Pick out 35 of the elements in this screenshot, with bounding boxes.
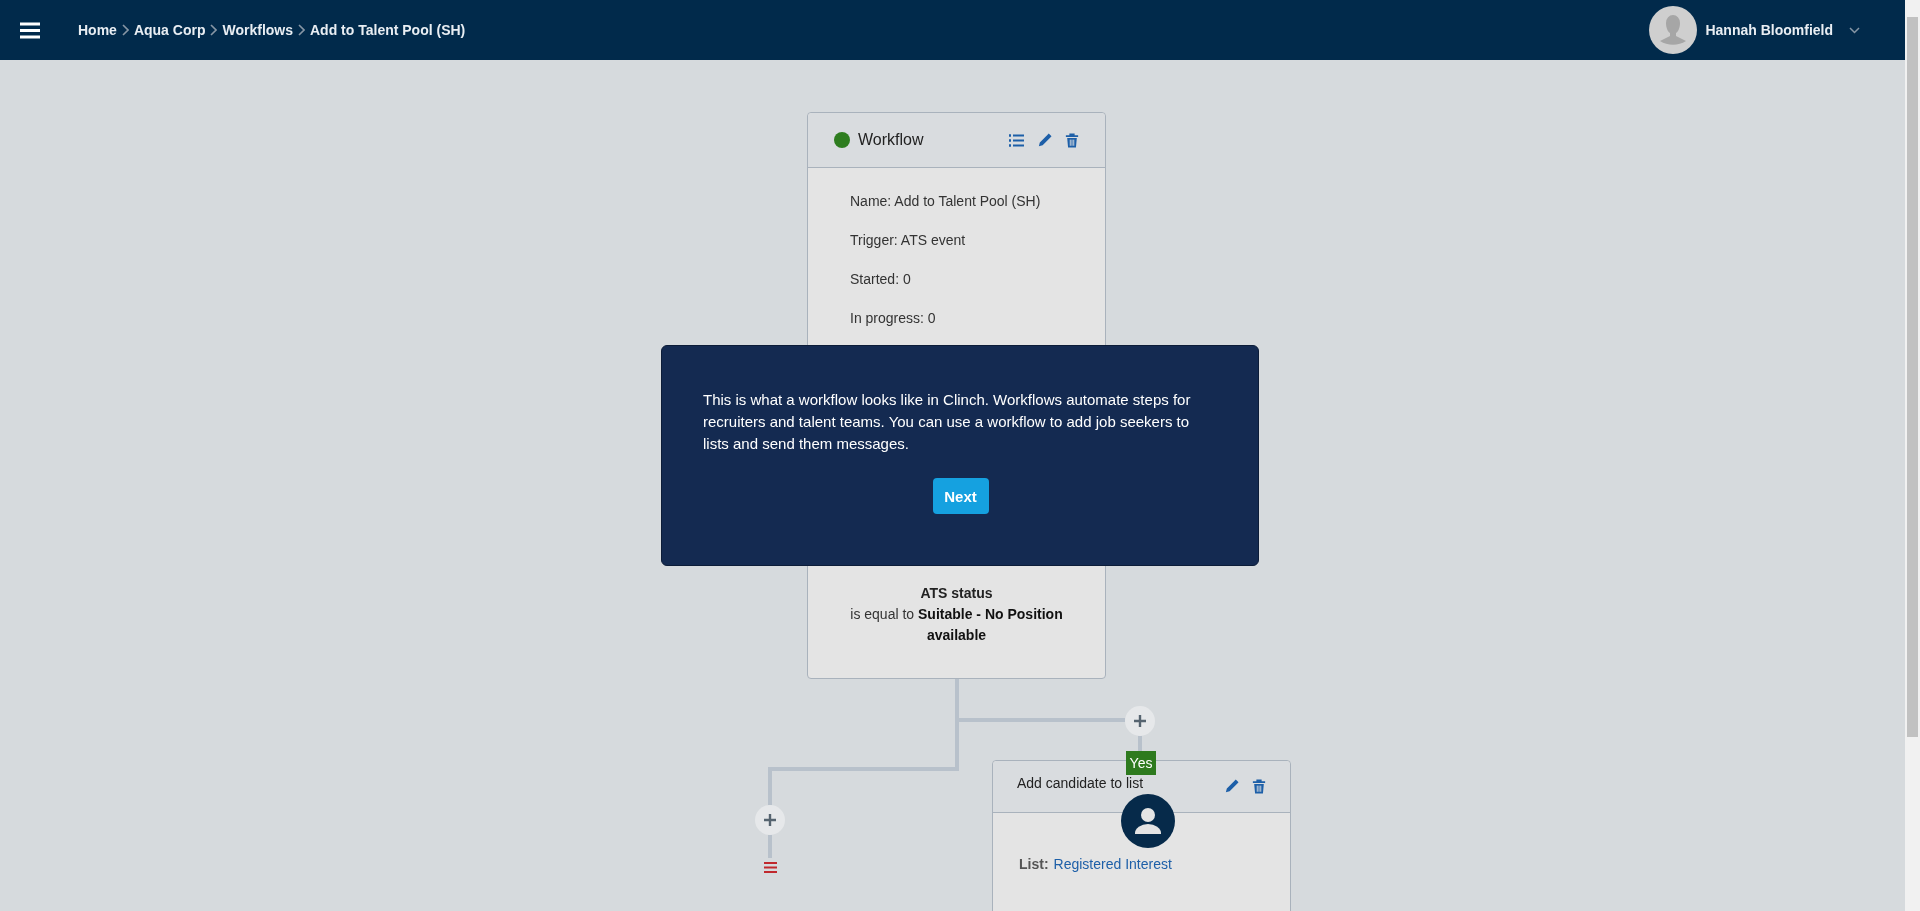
status-dot [834,132,850,148]
edit-icon[interactable] [1037,132,1052,148]
breadcrumb-link[interactable]: Add to Talent Pool (SH) [310,22,466,38]
avatar-icon[interactable] [1649,6,1698,54]
tour-text: This is what a workflow looks like in Clinch. Workflows automate steps for recruiters and talent teams. You can use a workflow to add job seekers to lists and send them messages. [703,390,1192,454]
condition-field: ATS status [808,583,1105,604]
detail-text: Started: 0 [850,270,912,288]
add-step-button[interactable] [755,805,785,835]
plus-icon[interactable] [763,813,777,827]
branch-label: Yes [1126,751,1156,775]
end-lines-icon [764,862,777,873]
card-title: Add candidate to list [1017,774,1144,791]
detail-text: Trigger: ATS event [850,231,967,249]
user-name[interactable]: Hannah Bloomfield [1705,22,1833,38]
detail-text: In progress: 0 [850,309,937,327]
breadcrumb-link[interactable]: Aqua Corp [133,22,206,38]
delete-icon[interactable] [1065,132,1079,148]
list-link[interactable]: Registered Interest [1053,856,1172,872]
breadcrumb-link[interactable]: Home [78,22,117,38]
add-step-button[interactable] [1125,706,1155,736]
condition-rule: is equal to Suitable - No Position available [849,605,1064,645]
detail-text: Name: Add to Talent Pool (SH) [850,192,1042,210]
scrollbar[interactable] [1905,0,1920,911]
delete-icon[interactable] [1252,779,1266,794]
list-icon[interactable] [1009,133,1024,147]
card-title: Workflow [858,131,924,149]
chevron-icon [298,24,305,36]
menu-icon[interactable] [20,21,40,39]
breadcrumb-link[interactable]: Workflows [222,22,293,38]
detail-label: List: [1019,856,1049,872]
chevron-down-icon[interactable] [1849,26,1860,34]
edit-icon[interactable] [1224,779,1239,794]
chevron-icon [210,24,218,36]
chevron-icon [121,24,129,36]
plus-icon[interactable] [1133,714,1147,728]
